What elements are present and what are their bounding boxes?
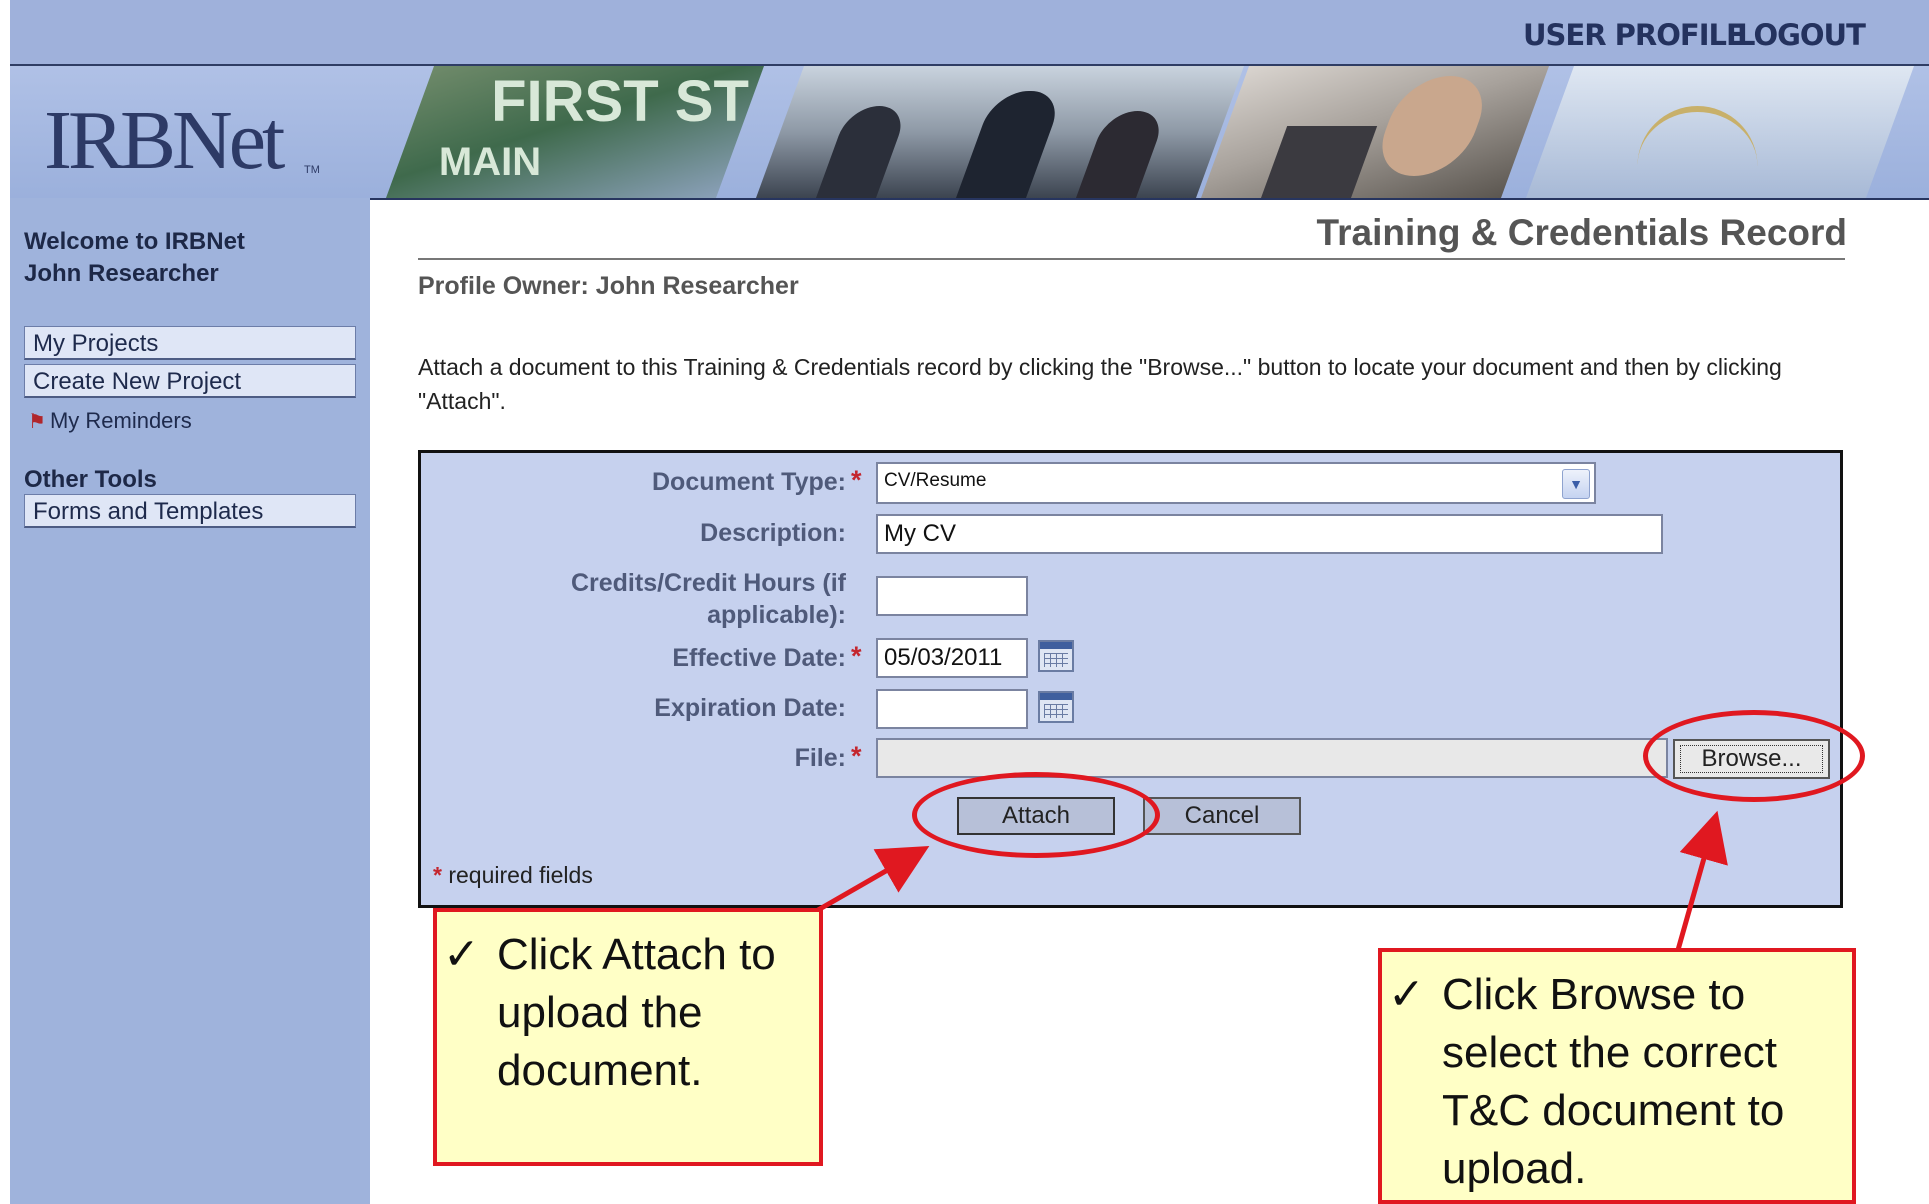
checkmark-icon: ✓ xyxy=(443,930,480,979)
browse-instruction-callout: ✓ Click Browse to select the correct T&C… xyxy=(1378,948,1856,1204)
attach-instruction-callout: ✓ Click Attach to upload the document. xyxy=(433,908,823,1166)
browse-arrow xyxy=(1675,810,1728,951)
checkmark-icon: ✓ xyxy=(1388,970,1425,1019)
browse-callout-text: Click Browse to select the correct T&C d… xyxy=(1442,970,1785,1193)
attach-arrow xyxy=(816,846,930,913)
attach-callout-text: Click Attach to upload the document. xyxy=(497,930,776,1095)
